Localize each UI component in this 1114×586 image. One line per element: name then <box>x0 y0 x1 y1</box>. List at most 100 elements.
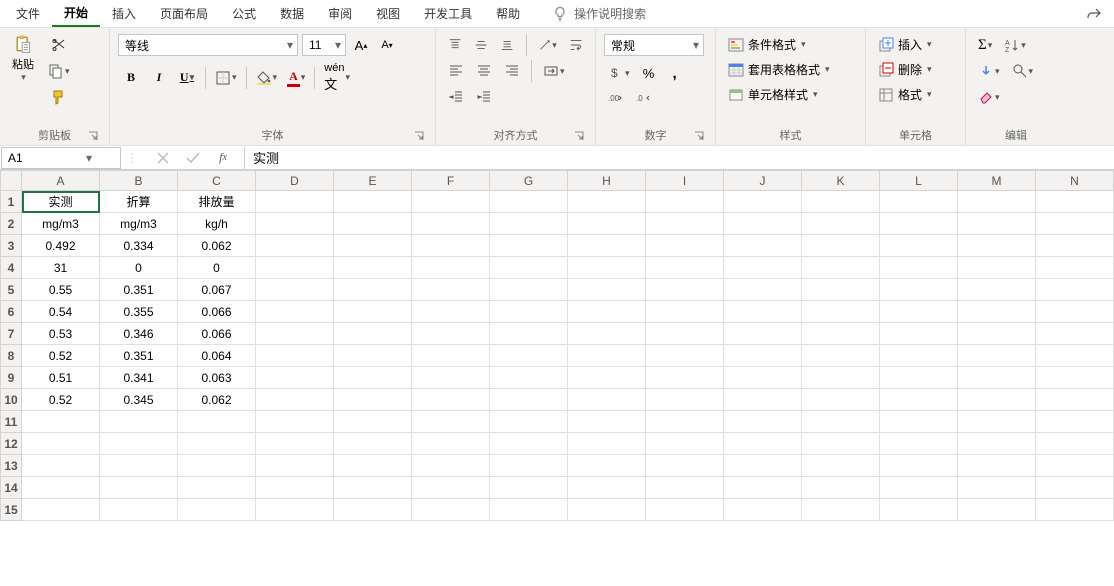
cell-H9[interactable] <box>568 367 646 389</box>
cell-E2[interactable] <box>334 213 412 235</box>
underline-button[interactable]: U▾ <box>174 67 200 89</box>
cell-C13[interactable] <box>178 455 256 477</box>
cell-B14[interactable] <box>100 477 178 499</box>
cell-D8[interactable] <box>256 345 334 367</box>
cell-D7[interactable] <box>256 323 334 345</box>
cell-A9[interactable]: 0.51 <box>22 367 100 389</box>
cell-M6[interactable] <box>958 301 1036 323</box>
cell-B11[interactable] <box>100 411 178 433</box>
decrease-indent-button[interactable] <box>444 86 468 108</box>
cell-N5[interactable] <box>1036 279 1114 301</box>
cell-L10[interactable] <box>880 389 958 411</box>
delete-cells-button[interactable]: 删除▾ <box>874 59 957 80</box>
accounting-format-button[interactable]: $▾ <box>604 62 634 84</box>
cell-J15[interactable] <box>724 499 802 521</box>
cell-B3[interactable]: 0.334 <box>100 235 178 257</box>
cell-J9[interactable] <box>724 367 802 389</box>
cell-I7[interactable] <box>646 323 724 345</box>
cell-H5[interactable] <box>568 279 646 301</box>
cell-G11[interactable] <box>490 411 568 433</box>
share-button[interactable] <box>1078 2 1110 26</box>
font-color-button[interactable]: A▾ <box>283 67 309 89</box>
cell-N13[interactable] <box>1036 455 1114 477</box>
sort-filter-button[interactable]: AZ▾ <box>1000 34 1030 56</box>
number-format-combo[interactable]: ▾ <box>604 34 704 56</box>
cell-N3[interactable] <box>1036 235 1114 257</box>
cell-E5[interactable] <box>334 279 412 301</box>
cell-L3[interactable] <box>880 235 958 257</box>
cell-F14[interactable] <box>412 477 490 499</box>
cell-J5[interactable] <box>724 279 802 301</box>
cell-G9[interactable] <box>490 367 568 389</box>
cell-B2[interactable]: mg/m3 <box>100 213 178 235</box>
cell-F13[interactable] <box>412 455 490 477</box>
cell-A1[interactable]: 实测 <box>22 191 100 213</box>
cell-L1[interactable] <box>880 191 958 213</box>
cell-L15[interactable] <box>880 499 958 521</box>
autosum-button[interactable]: Σ▾ <box>974 34 996 56</box>
cell-A4[interactable]: 31 <box>22 257 100 279</box>
cell-J12[interactable] <box>724 433 802 455</box>
cell-M1[interactable] <box>958 191 1036 213</box>
menu-审阅[interactable]: 审阅 <box>316 1 364 26</box>
cell-G7[interactable] <box>490 323 568 345</box>
cell-N4[interactable] <box>1036 257 1114 279</box>
cell-D13[interactable] <box>256 455 334 477</box>
dialog-launcher-icon[interactable] <box>87 130 99 142</box>
cell-F10[interactable] <box>412 389 490 411</box>
cell-L9[interactable] <box>880 367 958 389</box>
font-size-combo[interactable]: ▾ <box>302 34 346 56</box>
cell-I5[interactable] <box>646 279 724 301</box>
cell-F1[interactable] <box>412 191 490 213</box>
cell-L14[interactable] <box>880 477 958 499</box>
cell-D9[interactable] <box>256 367 334 389</box>
cell-A3[interactable]: 0.492 <box>22 235 100 257</box>
menu-帮助[interactable]: 帮助 <box>484 1 532 26</box>
cell-I2[interactable] <box>646 213 724 235</box>
cell-F15[interactable] <box>412 499 490 521</box>
menu-开始[interactable]: 开始 <box>52 0 100 27</box>
clear-button[interactable]: ▾ <box>974 86 1004 108</box>
cell-E13[interactable] <box>334 455 412 477</box>
cell-K8[interactable] <box>802 345 880 367</box>
cell-E9[interactable] <box>334 367 412 389</box>
cell-C12[interactable] <box>178 433 256 455</box>
cell-J1[interactable] <box>724 191 802 213</box>
cell-I1[interactable] <box>646 191 724 213</box>
percent-button[interactable]: % <box>638 62 660 84</box>
cell-F2[interactable] <box>412 213 490 235</box>
bold-button[interactable]: B <box>118 67 144 89</box>
cell-K10[interactable] <box>802 389 880 411</box>
cell-L7[interactable] <box>880 323 958 345</box>
cell-D3[interactable] <box>256 235 334 257</box>
row-header-8[interactable]: 8 <box>1 345 22 367</box>
insert-cells-button[interactable]: 插入▾ <box>874 34 957 55</box>
col-header-H[interactable]: H <box>568 171 646 191</box>
cell-G10[interactable] <box>490 389 568 411</box>
cell-B8[interactable]: 0.351 <box>100 345 178 367</box>
cell-H11[interactable] <box>568 411 646 433</box>
menu-文件[interactable]: 文件 <box>4 1 52 26</box>
cell-J14[interactable] <box>724 477 802 499</box>
dialog-launcher-icon[interactable] <box>573 130 585 142</box>
cell-G15[interactable] <box>490 499 568 521</box>
cell-B15[interactable] <box>100 499 178 521</box>
shrink-font-button[interactable]: A▾ <box>376 34 398 56</box>
format-as-table-button[interactable]: 套用表格格式▾ <box>724 59 857 80</box>
row-header-15[interactable]: 15 <box>1 499 22 521</box>
cell-M4[interactable] <box>958 257 1036 279</box>
cell-M13[interactable] <box>958 455 1036 477</box>
cell-N6[interactable] <box>1036 301 1114 323</box>
cell-B4[interactable]: 0 <box>100 257 178 279</box>
menu-视图[interactable]: 视图 <box>364 1 412 26</box>
cell-I13[interactable] <box>646 455 724 477</box>
cell-N15[interactable] <box>1036 499 1114 521</box>
cell-B5[interactable]: 0.351 <box>100 279 178 301</box>
align-bottom-button[interactable] <box>496 34 518 56</box>
cell-D5[interactable] <box>256 279 334 301</box>
cell-M12[interactable] <box>958 433 1036 455</box>
name-box[interactable]: ▾ <box>1 147 121 169</box>
cell-L6[interactable] <box>880 301 958 323</box>
row-header-13[interactable]: 13 <box>1 455 22 477</box>
cell-E12[interactable] <box>334 433 412 455</box>
